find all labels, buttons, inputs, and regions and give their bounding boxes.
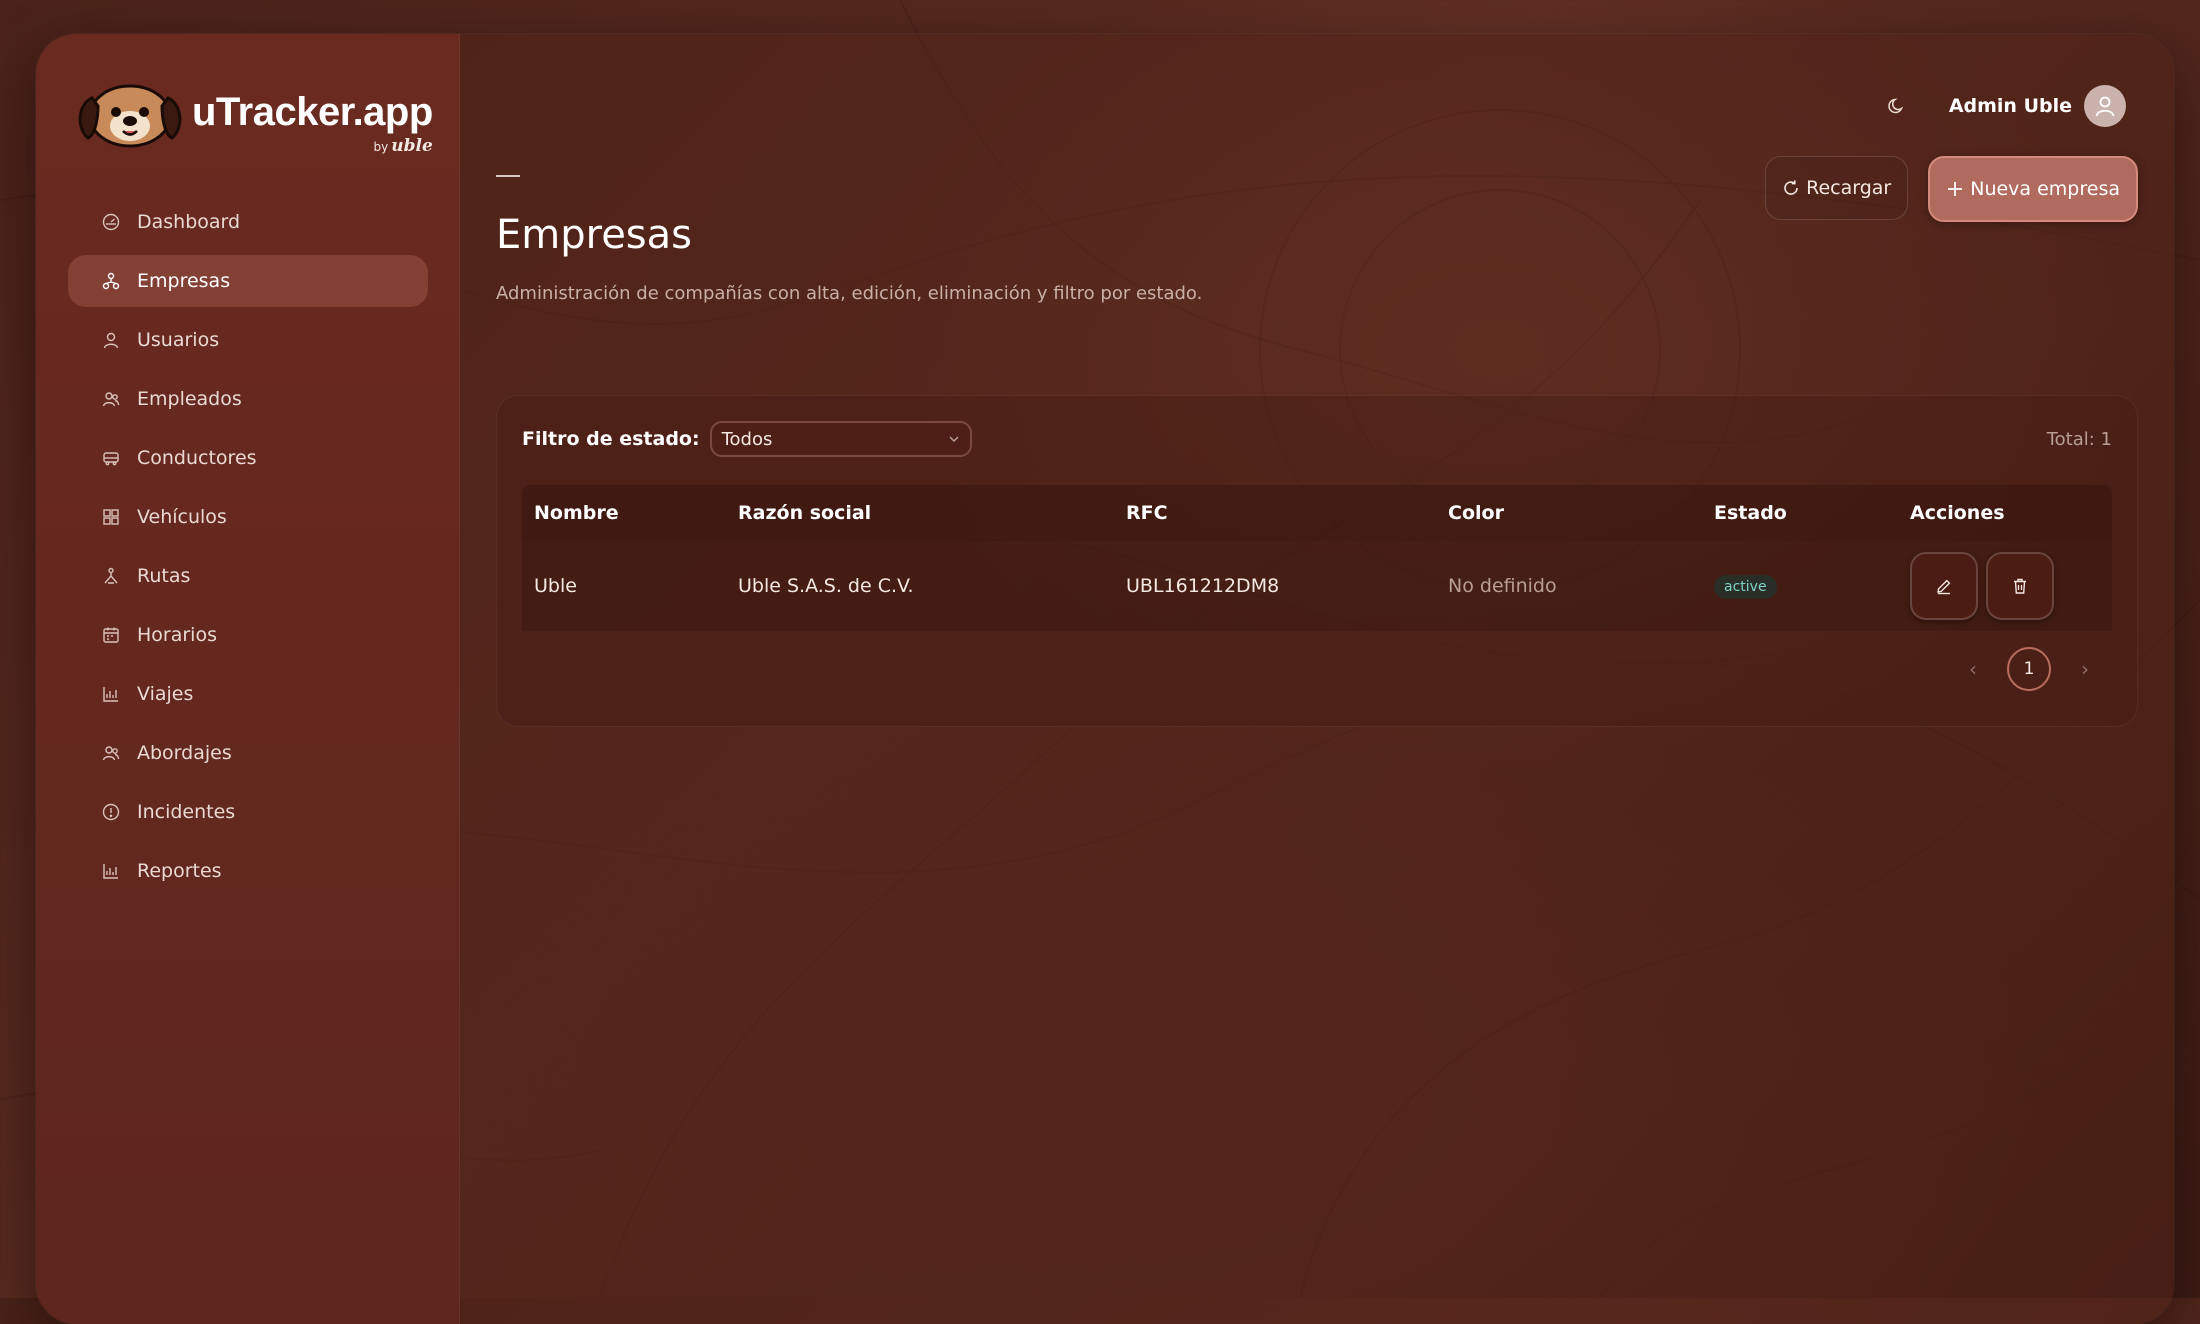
moon-icon (1888, 98, 1904, 114)
sidebar-item-label: Usuarios (137, 329, 220, 351)
header-actions: Recargar Nueva empresa (1765, 156, 2138, 222)
dashboard-icon (102, 213, 120, 231)
cell-acciones (1898, 552, 2112, 620)
theme-toggle-button[interactable] (1881, 90, 1913, 122)
sidebar-item-horarios[interactable]: Horarios (68, 609, 428, 661)
column-header: Acciones (1910, 502, 2005, 524)
sidebar-item-label: Reportes (137, 860, 222, 882)
sidebar-item-empleados[interactable]: Empleados (68, 373, 428, 425)
sidebar: uTracker.app by uble Dashboard Empresas U… (36, 34, 460, 1324)
new-company-button-label: Nueva empresa (1970, 178, 2120, 200)
sidebar-item-label: Dashboard (137, 211, 241, 233)
buildings-icon (102, 272, 120, 290)
cell-nombre: Uble (534, 575, 577, 597)
sidebar-item-rutas[interactable]: Rutas (68, 550, 428, 602)
filter-row: Filtro de estado: Todos (522, 421, 972, 457)
sidebar-item-label: Empresas (137, 270, 231, 292)
brand-by: by uble (373, 135, 433, 156)
calendar-icon (102, 626, 120, 644)
user-icon (102, 331, 120, 349)
user-name[interactable]: Admin Uble (1949, 95, 2072, 117)
brand-name: uTracker.app (192, 89, 433, 134)
table-header: Nombre Razón social RFC Color Estado Acc… (522, 485, 2112, 541)
column-header[interactable]: Nombre (522, 485, 726, 541)
new-company-button[interactable]: Nueva empresa (1928, 156, 2138, 222)
grid-icon (102, 508, 120, 526)
sidebar-item-usuarios[interactable]: Usuarios (68, 314, 428, 366)
table-row[interactable]: Uble Uble S.A.S. de C.V. UBL161212DM8 No… (522, 541, 2112, 631)
users-icon (102, 744, 120, 762)
brand-logo[interactable]: uTracker.app by uble (74, 76, 433, 156)
alert-icon (102, 803, 120, 821)
sidebar-item-label: Vehículos (137, 506, 227, 528)
delete-button[interactable] (1986, 552, 2054, 620)
car-icon (102, 449, 120, 467)
sidebar-nav: Dashboard Empresas Usuarios Empleados Co… (68, 196, 428, 904)
chart-icon (102, 862, 120, 880)
total-count: Total: 1 (2046, 429, 2112, 450)
sidebar-item-dashboard[interactable]: Dashboard (68, 196, 428, 248)
next-page-button[interactable]: › (2071, 657, 2099, 681)
sidebar-item-incidentes[interactable]: Incidentes (68, 786, 428, 838)
sidebar-item-empresas[interactable]: Empresas (68, 255, 428, 307)
column-header[interactable]: Estado (1702, 485, 1898, 541)
prev-page-button[interactable]: ‹ (1959, 657, 1987, 681)
sidebar-item-label: Conductores (137, 447, 257, 469)
edit-button[interactable] (1910, 552, 1978, 620)
pencil-icon (1937, 579, 1951, 595)
sidebar-item-label: Empleados (137, 388, 242, 410)
companies-card: Filtro de estado: Todos Total: 1 Nombre … (496, 395, 2138, 727)
users-icon (102, 390, 120, 408)
sidebar-item-label: Horarios (137, 624, 217, 646)
filter-label: Filtro de estado: (522, 428, 700, 450)
cell-rfc: UBL161212DM8 (1126, 575, 1280, 597)
cell-estado: active (1702, 574, 1898, 599)
trash-icon (2014, 578, 2026, 594)
app-window: uTracker.app by uble Dashboard Empresas U… (36, 34, 2174, 1324)
status-filter-value: Todos (721, 428, 773, 450)
sidebar-item-vehiculos[interactable]: Vehículos (68, 491, 428, 543)
page-subtitle: Administración de compañías con alta, ed… (496, 283, 1203, 304)
sidebar-item-label: Viajes (137, 683, 194, 705)
column-header[interactable]: RFC (1114, 485, 1436, 541)
pagination: ‹ 1 › (1959, 647, 2099, 691)
sidebar-item-viajes[interactable]: Viajes (68, 668, 428, 720)
reload-button-label: Recargar (1806, 177, 1892, 199)
avatar[interactable] (2084, 85, 2126, 127)
route-icon (102, 567, 120, 585)
plus-icon (1948, 182, 1963, 196)
sidebar-item-conductores[interactable]: Conductores (68, 432, 428, 484)
sidebar-item-label: Abordajes (137, 742, 232, 764)
chevron-down-icon (949, 436, 959, 443)
reload-button[interactable]: Recargar (1765, 156, 1909, 220)
column-header[interactable]: Color (1436, 485, 1702, 541)
refresh-icon (1784, 180, 1798, 195)
topbar: Admin Uble (1881, 85, 2126, 127)
user-avatar-icon (2095, 96, 2115, 117)
page-title: Empresas (496, 212, 692, 258)
page-1-button[interactable]: 1 (2007, 647, 2051, 691)
status-filter-select[interactable]: Todos (709, 421, 972, 457)
dog-logo-icon (78, 84, 182, 148)
column-header[interactable]: Razón social (726, 485, 1114, 541)
title-accent (496, 175, 520, 177)
companies-table: Nombre Razón social RFC Color Estado Acc… (522, 485, 2112, 631)
sidebar-item-label: Incidentes (137, 801, 236, 823)
cell-color: No definido (1448, 575, 1557, 597)
sidebar-item-label: Rutas (137, 565, 191, 587)
chart-icon (102, 685, 120, 703)
sidebar-item-abordajes[interactable]: Abordajes (68, 727, 428, 779)
cell-razon-social: Uble S.A.S. de C.V. (738, 575, 914, 597)
sidebar-item-reportes[interactable]: Reportes (68, 845, 428, 897)
status-badge: active (1714, 574, 1777, 599)
